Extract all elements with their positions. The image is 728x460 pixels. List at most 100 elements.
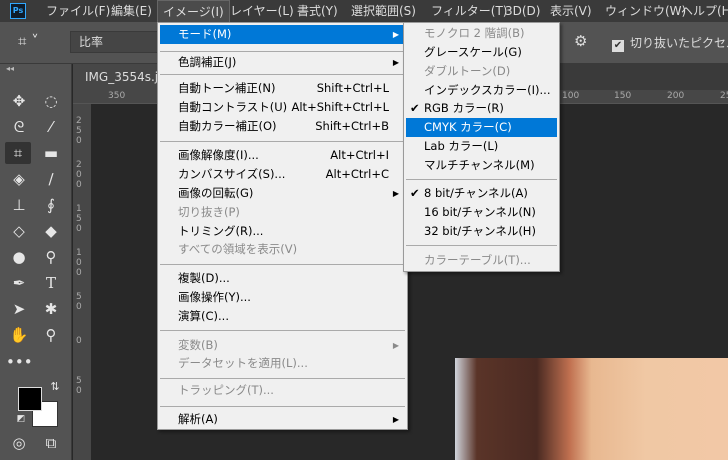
crop-tool-icon[interactable]: ⌗ (5, 142, 31, 164)
shortcut: Alt+Shift+Ctrl+L (291, 100, 390, 114)
menu-item-apply-image[interactable]: 画像操作(Y)... (160, 288, 405, 307)
checkmark-icon: ✔ (410, 186, 420, 200)
submenu-arrow-icon: ▶ (392, 30, 399, 39)
separator (160, 264, 405, 265)
ruler-tick: 200 (76, 160, 82, 190)
submenu-item-bitmap: モノクロ 2 階調(B) (406, 24, 557, 43)
collapse-icon[interactable]: ◂◂ (6, 64, 14, 73)
checkbox-icon[interactable]: ✔ (612, 40, 624, 52)
submenu-item-grayscale[interactable]: グレースケール(G) (406, 43, 557, 62)
default-colors-icon[interactable]: ◩ (8, 408, 34, 430)
label: 画像操作(Y)... (178, 290, 251, 304)
menu-item-mode[interactable]: モード(M) ▶ (160, 25, 405, 44)
label: 演算(C)... (178, 309, 229, 323)
photoshop-logo: Ps (10, 3, 26, 19)
menu-item-auto-color[interactable]: 自動カラー補正(O) Shift+Ctrl+B (160, 117, 405, 136)
screen-mode-icon[interactable]: ⧉ (38, 432, 64, 454)
pen-tool-icon[interactable]: ✒ (6, 272, 32, 294)
document-tab[interactable]: IMG_3554s.jpg (73, 64, 163, 90)
menu-select[interactable]: 選択範囲(S) (346, 0, 421, 22)
label: トラッピング(T)... (178, 383, 274, 397)
menu-type[interactable]: 書式(Y) (292, 0, 343, 22)
image-menu-dropdown: モード(M) ▶ 色調補正(J) ▶ 自動トーン補正(N) Shift+Ctrl+L … (157, 22, 408, 430)
canvas-photo (455, 358, 728, 460)
label: グレースケール(G) (424, 45, 522, 59)
shape-tool-icon[interactable]: ✱ (38, 298, 64, 320)
ruler-tick: 100 (76, 248, 82, 278)
ratio-select[interactable]: 比率 (70, 31, 160, 53)
path-select-icon[interactable]: ➤ (6, 298, 32, 320)
quick-mask-icon[interactable]: ◎ (6, 432, 32, 454)
menu-item-reveal-all: すべての領域を表示(V) (160, 240, 405, 259)
ruler-tick: 250 (720, 91, 728, 101)
menu-item-image-size[interactable]: 画像解像度(I)... Alt+Ctrl+I (160, 146, 405, 165)
label: 自動カラー補正(O) (178, 119, 277, 133)
menu-item-calculations[interactable]: 演算(C)... (160, 307, 405, 326)
menu-item-canvas-size[interactable]: カンバスサイズ(S)... Alt+Ctrl+C (160, 165, 405, 184)
crop-icon[interactable]: ⌗ ˅ (18, 32, 39, 50)
ruler-tick: 250 (76, 116, 82, 146)
menu-edit[interactable]: 編集(E) (106, 0, 157, 22)
label: ダブルトーン(D) (424, 64, 511, 78)
menu-3d[interactable]: 3D(D) (500, 0, 545, 22)
move-tool-icon[interactable]: ✥ (6, 90, 32, 112)
label: 解析(A) (178, 412, 218, 426)
menu-item-auto-tone[interactable]: 自動トーン補正(N) Shift+Ctrl+L (160, 79, 405, 98)
menu-item-auto-contrast[interactable]: 自動コントラスト(U) Alt+Shift+Ctrl+L (160, 98, 405, 117)
label: モノクロ 2 階調(B) (424, 26, 525, 40)
submenu-item-color-table: カラーテーブル(T)... (406, 251, 557, 270)
submenu-item-lab[interactable]: Lab カラー(L) (406, 137, 557, 156)
label: カンバスサイズ(S)... (178, 167, 286, 181)
swap-colors-icon[interactable]: ⇅ (42, 376, 68, 398)
gear-icon[interactable]: ⚙ (574, 32, 587, 50)
menu-item-analysis[interactable]: 解析(A) ▶ (160, 410, 405, 429)
dodge-tool-icon[interactable]: ⚲ (38, 246, 64, 268)
more-tools-icon[interactable]: ••• (6, 351, 33, 373)
lasso-tool-icon[interactable]: ᘓ (6, 116, 32, 138)
submenu-item-rgb[interactable]: ✔ RGB カラー(R) (406, 99, 557, 118)
menu-view[interactable]: 表示(V) (545, 0, 597, 22)
menu-item-image-rotation[interactable]: 画像の回転(G) ▶ (160, 184, 405, 203)
menu-file[interactable]: ファイル(F) (41, 0, 115, 22)
submenu-item-multichannel[interactable]: マルチチャンネル(M) (406, 156, 557, 175)
menu-item-apply-dataset: データセットを適用(L)... (160, 354, 405, 373)
eraser-tool-icon[interactable]: ◇ (6, 220, 32, 242)
delete-cropped-checkbox[interactable]: ✔ 切り抜いたピクセルを (612, 34, 728, 52)
separator (160, 406, 405, 407)
shortcut: Shift+Ctrl+L (316, 81, 389, 95)
ruler-tick: 200 (667, 91, 685, 101)
menu-item-trapping: トラッピング(T)... (160, 381, 405, 400)
zoom-tool-icon[interactable]: ⚲ (38, 324, 64, 346)
blur-tool-icon[interactable]: ● (6, 246, 32, 268)
healing-brush-icon[interactable]: ◈ (6, 168, 32, 190)
menu-help[interactable]: ヘルプ(H) (676, 0, 728, 22)
label: カラーテーブル(T)... (424, 253, 531, 267)
separator (406, 179, 557, 180)
submenu-item-8bit[interactable]: ✔ 8 bit/チャンネル(A) (406, 184, 557, 203)
foreground-color-swatch[interactable] (18, 387, 42, 411)
shortcut: Alt+Ctrl+I (330, 148, 389, 162)
menu-item-adjustments[interactable]: 色調補正(J) ▶ (160, 53, 405, 72)
type-tool-icon[interactable]: T (38, 272, 64, 294)
submenu-item-32bit[interactable]: 32 bit/チャンネル(H) (406, 222, 557, 241)
submenu-item-16bit[interactable]: 16 bit/チャンネル(N) (406, 203, 557, 222)
history-brush-icon[interactable]: ∮ (38, 194, 64, 216)
submenu-item-indexed-color[interactable]: インデックスカラー(I)... (406, 81, 557, 100)
ruler-tick: 50 (76, 292, 82, 312)
paint-bucket-icon[interactable]: ◆ (38, 220, 64, 242)
label: 画像の回転(G) (178, 186, 254, 200)
hand-tool-icon[interactable]: ✋ (6, 324, 32, 346)
label: Lab カラー(L) (424, 139, 499, 153)
menu-item-duplicate[interactable]: 複製(D)... (160, 269, 405, 288)
stamp-tool-icon[interactable]: ⊥ (6, 194, 32, 216)
menu-image[interactable]: イメージ(I) (157, 0, 230, 22)
menu-layer[interactable]: レイヤー(L) (225, 0, 299, 22)
menu-item-trim[interactable]: トリミング(R)... (160, 222, 405, 241)
checkmark-icon: ✔ (410, 101, 420, 115)
magic-wand-icon[interactable]: ⁄ (38, 116, 64, 138)
ruler-tool-icon[interactable]: ▬ (38, 142, 64, 164)
marquee-tool-icon[interactable]: ◌ (38, 90, 64, 112)
brush-tool-icon[interactable]: ∕ (38, 168, 64, 190)
submenu-item-cmyk[interactable]: CMYK カラー(C) (406, 118, 557, 137)
label: 変数(B) (178, 338, 218, 352)
